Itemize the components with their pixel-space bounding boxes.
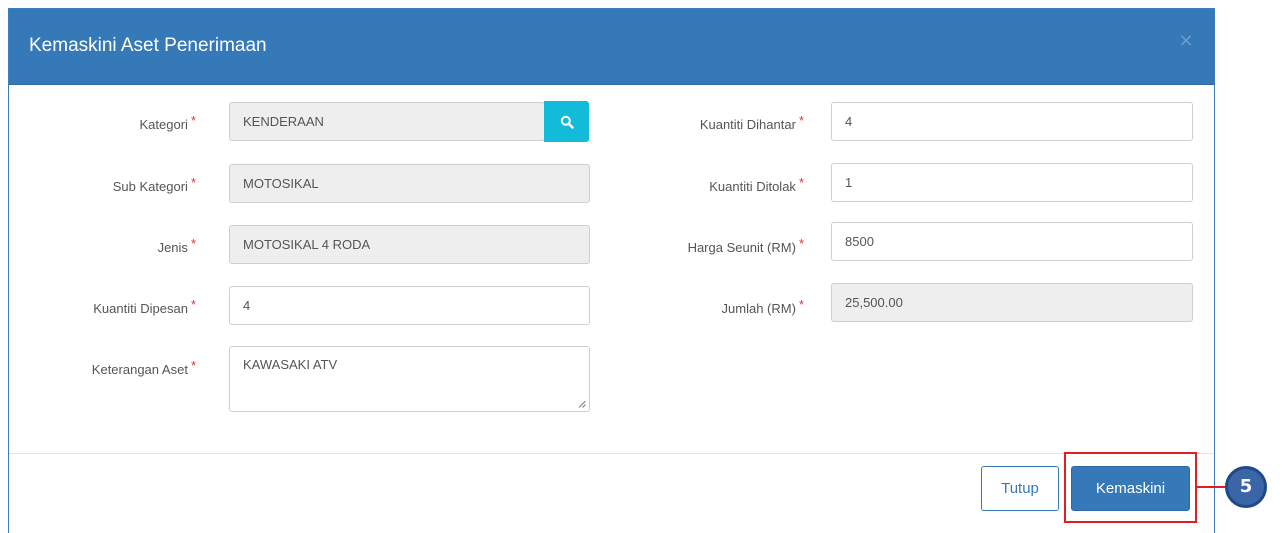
label-kuantiti-dihantar: Kuantiti Dihantar * [699,113,804,132]
keterangan-aset-textarea[interactable]: KAWASAKI ATV [229,346,590,412]
search-icon [560,115,574,129]
label-jumlah: Jumlah (RM) * [721,297,804,316]
label-jenis: Jenis * [157,236,196,255]
label-text: Kuantiti Dihantar [699,117,796,132]
required-marker: * [798,175,804,190]
label-text: Kategori [139,117,188,132]
label-text: Keterangan Aset [91,362,188,377]
label-text: Sub Kategori [112,179,188,194]
tutup-button[interactable]: Tutup [981,466,1059,511]
label-text: Jumlah (RM) [721,301,796,316]
required-marker: * [798,113,804,128]
modal-header: Kemaskini Aset Penerimaan × [9,9,1214,85]
kuantiti-dihantar-input[interactable]: 4 [831,102,1193,141]
label-text: Kuantiti Dipesan [93,301,188,316]
update-asset-modal: Kemaskini Aset Penerimaan × Kategori * KE… [8,8,1215,533]
required-marker: * [190,297,196,312]
label-kuantiti-ditolak: Kuantiti Ditolak * [709,175,804,194]
kuantiti-ditolak-input[interactable]: 1 [831,163,1193,202]
required-marker: * [798,297,804,312]
harga-seunit-input[interactable]: 8500 [831,222,1193,261]
required-marker: * [190,175,196,190]
kategori-search-button[interactable] [544,101,589,142]
kuantiti-dipesan-input[interactable]: 4 [229,286,590,325]
close-icon[interactable]: × [1176,31,1196,51]
sub-kategori-field[interactable]: MOTOSIKAL [229,164,590,203]
label-keterangan-aset: Keterangan Aset * [91,358,196,377]
step-badge: 5 [1225,466,1267,508]
footer-divider [9,453,1214,454]
required-marker: * [190,358,196,373]
required-marker: * [190,113,196,128]
modal-title: Kemaskini Aset Penerimaan [29,35,267,56]
required-marker: * [190,236,196,251]
kategori-field[interactable]: KENDERAAN [229,102,545,141]
jumlah-field[interactable]: 25,500.00 [831,283,1193,322]
resize-handle-icon[interactable] [578,400,586,408]
label-text: Jenis [157,240,188,255]
label-harga-seunit: Harga Seunit (RM) * [687,236,804,255]
label-sub-kategori: Sub Kategori * [112,175,196,194]
keterangan-aset-value: KAWASAKI ATV [243,357,338,372]
required-marker: * [798,236,804,251]
jenis-field[interactable]: MOTOSIKAL 4 RODA [229,225,590,264]
highlight-box [1064,452,1197,523]
label-kuantiti-dipesan: Kuantiti Dipesan * [93,297,196,316]
label-text: Harga Seunit (RM) [687,240,796,255]
label-text: Kuantiti Ditolak [709,179,796,194]
annotation-connector [1197,486,1225,488]
label-kategori: Kategori * [139,113,196,132]
